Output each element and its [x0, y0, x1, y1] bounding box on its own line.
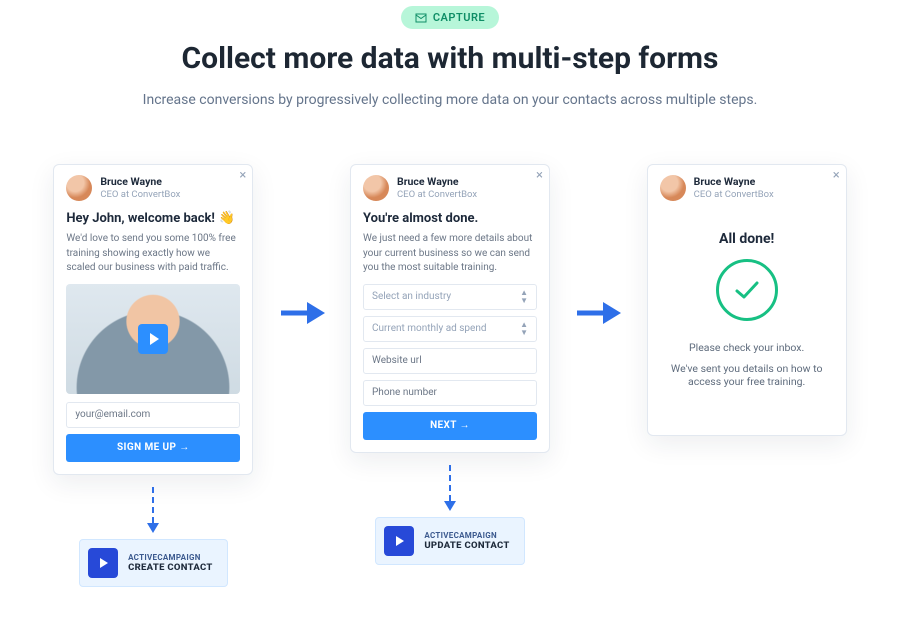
flow-arrow-right: [575, 299, 621, 327]
wave-icon: 👋: [218, 210, 235, 226]
done-line-1: Please check your inbox.: [689, 341, 804, 354]
card-heading: Hey John, welcome back! 👋: [66, 211, 240, 226]
chevron-updown-icon: ▲▼: [520, 289, 528, 305]
author-role: CEO at ConvertBox: [694, 189, 774, 200]
step-card-1: × Bruce Wayne CEO at ConvertBox Hey John…: [53, 164, 253, 475]
activecampaign-icon: [88, 548, 118, 578]
next-button[interactable]: NEXT →: [363, 412, 537, 440]
phone-input[interactable]: Phone number: [363, 380, 537, 406]
author-name: Bruce Wayne: [397, 176, 477, 189]
avatar: [363, 175, 389, 201]
author-name: Bruce Wayne: [694, 176, 774, 189]
play-icon[interactable]: [138, 324, 168, 354]
adspend-select[interactable]: Current monthly ad spend ▲▼: [363, 316, 537, 342]
capture-badge: CAPTURE: [401, 6, 499, 29]
flow-arrow-down: [449, 465, 451, 511]
integration-chip-create: ACTIVECAMPAIGN CREATE CONTACT: [79, 539, 228, 587]
success-check-icon: [716, 259, 778, 321]
step-card-3: × Bruce Wayne CEO at ConvertBox All done…: [647, 164, 847, 436]
flow-arrow-down: [152, 487, 154, 533]
card-body: We just need a few more details about yo…: [363, 232, 537, 276]
step-card-2: × Bruce Wayne CEO at ConvertBox You're a…: [350, 164, 550, 453]
industry-select[interactable]: Select an industry ▲▼: [363, 284, 537, 310]
done-title: All done!: [719, 231, 774, 247]
author-role: CEO at ConvertBox: [100, 189, 180, 200]
signup-button[interactable]: SIGN ME UP →: [66, 434, 240, 462]
flow-arrow-right: [279, 299, 325, 327]
page-headline: Collect more data with multi-step forms: [40, 41, 860, 76]
close-icon[interactable]: ×: [536, 169, 543, 182]
author-role: CEO at ConvertBox: [397, 189, 477, 200]
website-input[interactable]: Website url: [363, 348, 537, 374]
page-subhead: Increase conversions by progressively co…: [100, 92, 800, 108]
card-heading: You're almost done.: [363, 211, 537, 226]
avatar: [66, 175, 92, 201]
close-icon[interactable]: ×: [833, 169, 840, 182]
card-body: We'd love to send you some 100% free tra…: [66, 232, 240, 276]
avatar: [660, 175, 686, 201]
author-name: Bruce Wayne: [100, 176, 180, 189]
integration-chip-update: ACTIVECAMPAIGN UPDATE CONTACT: [375, 517, 524, 565]
email-input[interactable]: your@email.com: [66, 402, 240, 428]
envelope-icon: [415, 13, 427, 23]
close-icon[interactable]: ×: [239, 169, 246, 182]
video-thumbnail[interactable]: [66, 284, 240, 394]
activecampaign-icon: [384, 526, 414, 556]
chevron-updown-icon: ▲▼: [520, 321, 528, 337]
done-line-2: We've sent you details on how to access …: [660, 362, 834, 388]
